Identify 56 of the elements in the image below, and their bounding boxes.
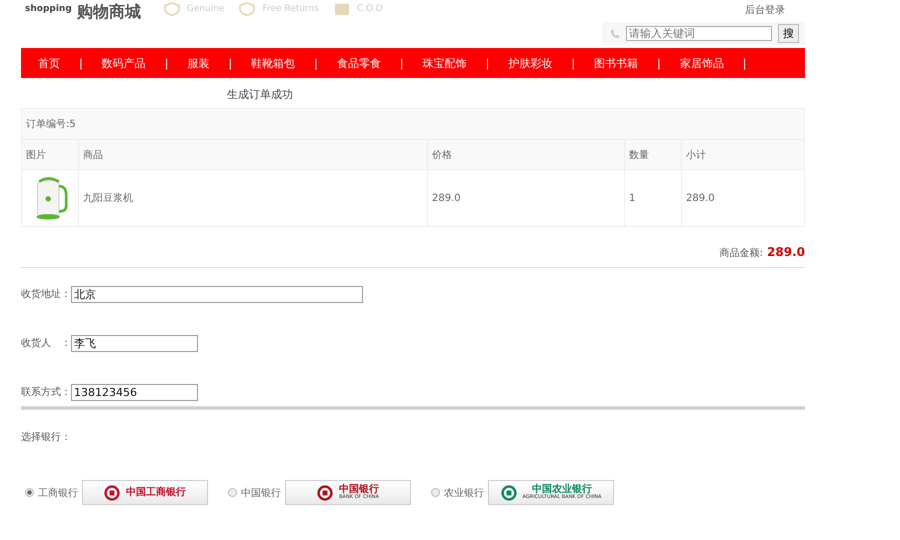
nav-separator: | xyxy=(571,56,576,70)
total-amount: 289.0 xyxy=(767,245,805,259)
nav-link[interactable]: 护肤彩妆 xyxy=(508,56,552,70)
input-field[interactable]: 北京 xyxy=(71,286,363,302)
table-cell: 1 xyxy=(624,170,682,226)
column-header: 小计 xyxy=(682,140,804,170)
column-header: 商品 xyxy=(78,140,428,170)
table-cell: 289.0 xyxy=(428,170,624,226)
field-label: 联系方式： xyxy=(21,386,71,399)
table-cell: 289.0 xyxy=(682,170,804,226)
field-label: 收货地址： xyxy=(21,288,71,301)
nav-link[interactable]: 首页 xyxy=(38,56,60,70)
bank-logo[interactable]: 中国工商银行 xyxy=(82,480,208,505)
column-header: 数量 xyxy=(624,140,682,170)
nav-link[interactable]: 服装 xyxy=(187,56,210,70)
nav-separator: | xyxy=(742,56,746,70)
nav-separator: | xyxy=(164,56,168,70)
radio-button[interactable] xyxy=(25,488,34,497)
nav-link[interactable]: 图书书籍 xyxy=(594,56,638,70)
success-message: 生成订单成功 xyxy=(227,87,294,103)
bank-name: 农业银行 xyxy=(444,486,484,500)
product-name: 九阳豆浆机 xyxy=(78,170,428,226)
logo-text: shopping xyxy=(25,4,72,14)
search-field[interactable]: 请输入关键词 xyxy=(626,26,772,41)
nav-link[interactable]: 家居饰品 xyxy=(680,56,724,70)
total-label: 商品金额: xyxy=(720,248,764,259)
nav-separator: | xyxy=(657,56,661,70)
shield-icon xyxy=(162,2,182,16)
column-header: 价格 xyxy=(428,140,624,170)
radio-button[interactable] xyxy=(228,488,237,497)
input-field[interactable]: 李飞 xyxy=(71,334,198,352)
bank-name: 中国银行 xyxy=(241,486,281,500)
admin-login-link[interactable]: 后台登录 xyxy=(745,3,785,17)
bank-logo-text: 中国银行 xyxy=(339,485,379,495)
column-header: 图片 xyxy=(22,140,78,170)
bank-section-label: 选择银行： xyxy=(21,430,72,445)
nav-link[interactable]: 食品零食 xyxy=(336,56,381,70)
nav-separator: | xyxy=(228,56,232,70)
nav-link[interactable]: 鞋靴箱包 xyxy=(251,56,296,70)
nav-separator: | xyxy=(79,56,83,70)
shop-title: 购物商城 xyxy=(76,2,141,21)
nav-link[interactable]: 数码产品 xyxy=(102,56,146,70)
nav-separator: | xyxy=(314,56,318,70)
radio-button[interactable] xyxy=(431,488,440,497)
bank-logo-text: 中国工商银行 xyxy=(126,488,186,498)
nav-separator: | xyxy=(486,56,490,70)
nav-separator: | xyxy=(400,56,404,70)
bank-logo-text: 中国农业银行 xyxy=(532,485,592,495)
field-label: 收货人 ： xyxy=(21,337,71,350)
search-button[interactable]: 搜 xyxy=(778,24,799,43)
nav-link[interactable]: 珠宝配饰 xyxy=(422,56,467,70)
bank-name: 工商银行 xyxy=(38,486,78,500)
order-number: 订单编号:5 xyxy=(22,108,804,140)
input-field[interactable]: 138123456 xyxy=(71,384,198,400)
phone-icon xyxy=(610,28,620,38)
shield-icon xyxy=(237,2,258,16)
